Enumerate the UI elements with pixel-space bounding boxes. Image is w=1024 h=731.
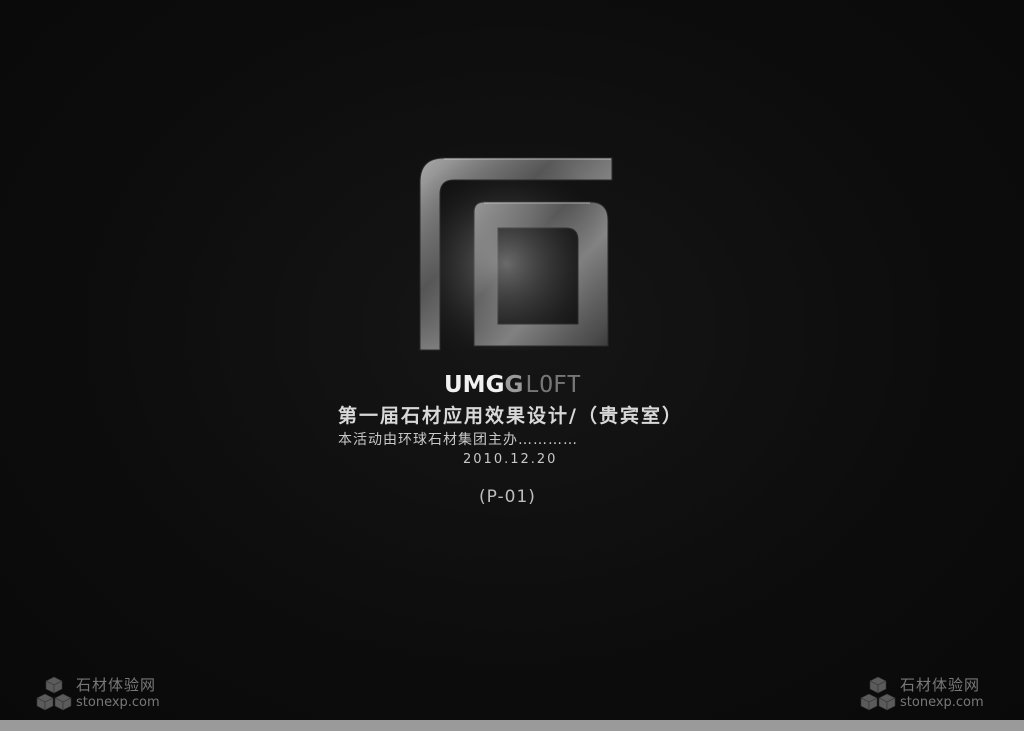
slide-page: UMGG LOFT 第一届石材应用效果设计/（贵宾室） 本活动由环球石材集团主办… [0,0,1024,731]
watermark-url: stonexp.com [900,695,984,710]
event-title: 第一届石材应用效果设计/（贵宾室） [338,405,683,427]
brand-umg-text: UMG [444,372,505,398]
brand-umgg: UMGG [444,372,523,398]
cubes-icon [860,676,896,711]
watermark-left: 石材体验网 stonexp.com [36,676,160,712]
stone-character-logo [419,157,613,351]
cubes-icon [36,676,72,711]
bottom-bar [0,720,1024,731]
brand-g-text: G [504,372,524,398]
event-organizer: 本活动由环球石材集团主办………… [338,432,578,448]
event-date: 2010.12.20 [463,452,558,467]
watermark-url: stonexp.com [76,695,160,710]
brand-wordmark: UMGG LOFT [444,370,581,398]
watermark-site-name: 石材体验网 [900,676,981,694]
page-code: (P-01) [479,487,536,507]
watermark-site-name: 石材体验网 [76,676,157,694]
watermark-right: 石材体验网 stonexp.com [860,676,984,712]
brand-loft: LOFT [525,372,581,398]
